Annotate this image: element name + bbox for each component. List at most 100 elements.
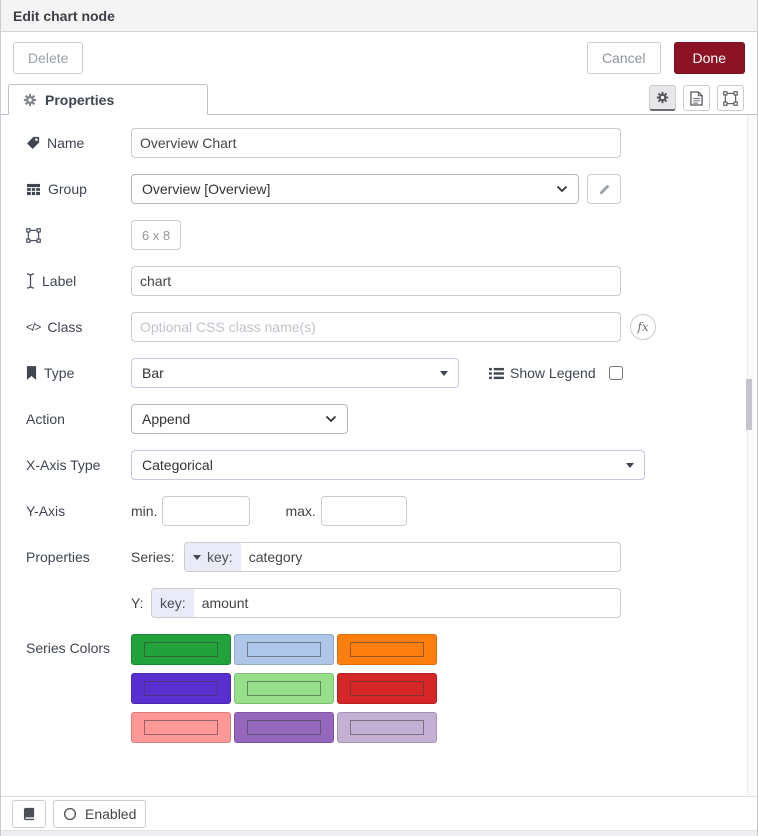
properties-label: Properties xyxy=(26,549,90,565)
y-axis-min-label: min. xyxy=(131,503,157,519)
node-description-button[interactable] xyxy=(683,85,710,111)
show-legend-group: Show Legend xyxy=(489,365,623,381)
tab-action-buttons xyxy=(649,85,744,114)
y-typed-input: key: amount xyxy=(151,588,621,618)
name-input[interactable] xyxy=(131,128,621,158)
series-key-value[interactable]: category xyxy=(241,543,311,571)
type-row: Type Bar Show Legend xyxy=(26,358,732,388)
type-label-group: Type xyxy=(26,365,131,381)
swatch-inner-rect xyxy=(247,720,321,735)
delete-button[interactable]: Delete xyxy=(13,42,83,74)
dialog-title: Edit chart node xyxy=(13,8,115,24)
form-scrollbar-track[interactable] xyxy=(747,115,755,796)
caret-down-icon xyxy=(626,463,634,468)
series-key-prefix: key: xyxy=(207,549,233,565)
node-help-button[interactable] xyxy=(12,800,46,828)
y-axis-row: Y-Axis min. max. xyxy=(26,496,732,526)
name-label: Name xyxy=(47,135,84,151)
form-scrollbar-thumb[interactable] xyxy=(746,379,752,430)
series-color-swatch[interactable] xyxy=(337,634,437,665)
y-key-value[interactable]: amount xyxy=(194,589,257,617)
group-row: Group Overview [Overview] xyxy=(26,174,732,204)
y-axis-label: Y-Axis xyxy=(26,503,65,519)
swatch-inner-rect xyxy=(350,681,424,696)
group-label: Group xyxy=(48,181,87,197)
class-input[interactable] xyxy=(131,312,621,342)
y-axis-label-group: Y-Axis xyxy=(26,503,131,519)
caret-down-icon xyxy=(193,555,201,560)
series-type-button[interactable]: key: xyxy=(185,543,241,571)
series-color-swatch[interactable] xyxy=(234,634,334,665)
swatch-inner-rect xyxy=(247,642,321,657)
swatch-inner-rect xyxy=(247,681,321,696)
label-label: Label xyxy=(42,273,76,289)
node-enabled-toggle[interactable]: Enabled xyxy=(53,800,146,828)
pencil-icon xyxy=(598,183,611,196)
series-color-swatch[interactable] xyxy=(337,712,437,743)
gear-icon xyxy=(23,93,37,107)
chevron-down-icon xyxy=(325,415,337,423)
group-select[interactable]: Overview [Overview] xyxy=(131,174,579,204)
action-select[interactable]: Append xyxy=(131,404,348,434)
dialog-titlebar: Edit chart node xyxy=(1,0,757,32)
dialog-button-row: Delete Cancel Done xyxy=(1,32,757,83)
y-key-prefix-chip[interactable]: key: xyxy=(152,589,194,617)
series-color-swatch[interactable] xyxy=(131,634,231,665)
node-appearance-button[interactable] xyxy=(717,85,744,111)
object-group-icon xyxy=(26,228,41,243)
x-axis-type-dropdown[interactable]: Categorical xyxy=(131,450,645,480)
swatch-inner-rect xyxy=(350,642,424,657)
properties-form: Name Group Overview [Overview] xyxy=(1,115,757,796)
show-legend-checkbox[interactable] xyxy=(609,366,623,380)
dialog-footer: Enabled xyxy=(1,796,757,830)
action-select-value: Append xyxy=(142,411,325,427)
x-axis-type-value: Categorical xyxy=(142,457,626,473)
action-label-group: Action xyxy=(26,411,131,427)
fx-expression-button[interactable]: fx xyxy=(630,314,656,340)
document-icon xyxy=(690,91,703,106)
tab-properties-label: Properties xyxy=(45,92,114,108)
y-property-label: Y: xyxy=(131,595,151,611)
series-color-swatch[interactable] xyxy=(131,712,231,743)
chart-type-dropdown[interactable]: Bar xyxy=(131,358,459,388)
label-label-group: Label xyxy=(26,273,131,289)
y-axis-max-input[interactable] xyxy=(321,496,407,526)
chevron-down-icon xyxy=(556,185,568,193)
series-colors-label-group: Series Colors xyxy=(26,640,131,656)
series-typed-input: key: category xyxy=(184,542,621,572)
cancel-button[interactable]: Cancel xyxy=(587,42,661,74)
y-property-row: Y: key: amount xyxy=(26,588,732,618)
edit-group-button[interactable] xyxy=(587,174,621,204)
series-color-swatch[interactable] xyxy=(337,673,437,704)
size-row: 6 x 8 xyxy=(26,220,732,250)
text-cursor-icon xyxy=(26,273,35,289)
y-axis-max-label: max. xyxy=(285,503,315,519)
swatch-inner-rect xyxy=(144,720,218,735)
group-label-group: Group xyxy=(26,181,131,197)
x-axis-type-row: X-Axis Type Categorical xyxy=(26,450,732,480)
tab-properties[interactable]: Properties xyxy=(8,84,208,115)
name-row: Name xyxy=(26,128,732,158)
edit-chart-node-dialog: Edit chart node Delete Cancel Done Prope… xyxy=(0,0,758,836)
gear-icon xyxy=(656,91,669,104)
circle-icon xyxy=(63,807,77,821)
name-label-group: Name xyxy=(26,135,131,151)
label-input[interactable] xyxy=(131,266,621,296)
action-label: Action xyxy=(26,411,65,427)
label-row: Label xyxy=(26,266,732,296)
size-label-group xyxy=(26,228,131,243)
x-axis-type-label-group: X-Axis Type xyxy=(26,457,131,473)
dialog-bottom-strip xyxy=(1,830,757,836)
list-icon xyxy=(489,367,504,380)
series-color-swatch[interactable] xyxy=(131,673,231,704)
group-select-value: Overview [Overview] xyxy=(142,181,556,197)
node-properties-button[interactable] xyxy=(649,85,676,111)
enabled-label: Enabled xyxy=(85,806,136,822)
properties-label-group: Properties xyxy=(26,549,131,565)
table-icon xyxy=(26,183,41,196)
y-axis-min-input[interactable] xyxy=(162,496,250,526)
size-button[interactable]: 6 x 8 xyxy=(131,220,181,250)
done-button[interactable]: Done xyxy=(674,42,745,74)
series-color-swatch[interactable] xyxy=(234,673,334,704)
series-color-swatch[interactable] xyxy=(234,712,334,743)
